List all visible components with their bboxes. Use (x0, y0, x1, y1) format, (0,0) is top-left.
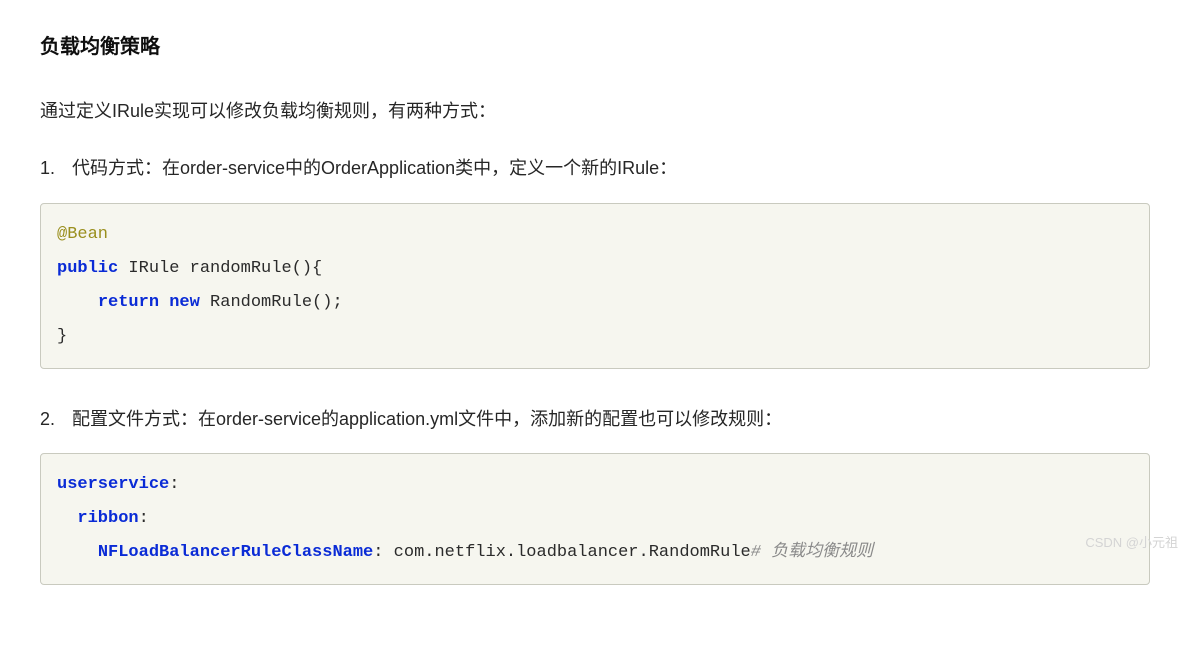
yaml-comment: # 负载均衡规则 (751, 543, 873, 562)
code-text: IRule randomRule(){ (118, 259, 322, 278)
code-keyword: new (169, 293, 200, 312)
code-text (159, 293, 169, 312)
code-keyword: return (98, 293, 159, 312)
watermark: CSDN @小元祖 (1085, 532, 1178, 551)
list-number: 1. (40, 154, 72, 183)
intro-paragraph: 通过定义IRule实现可以修改负载均衡规则，有两种方式： (40, 97, 1150, 126)
code-block-java: @Bean public IRule randomRule(){ return … (40, 203, 1150, 369)
code-text: RandomRule(); (200, 293, 343, 312)
yaml-key: userservice (57, 475, 169, 494)
yaml-key: ribbon (77, 509, 138, 528)
yaml-colon: : (139, 509, 149, 528)
list-text: 配置文件方式：在order-service的application.yml文件中… (72, 405, 1150, 434)
list-item-2: 2. 配置文件方式：在order-service的application.yml… (40, 405, 1150, 434)
list-text: 代码方式：在order-service中的OrderApplication类中，… (72, 154, 1150, 183)
section-heading: 负载均衡策略 (40, 30, 1150, 59)
code-block-yaml: userservice: ribbon: NFLoadBalancerRuleC… (40, 453, 1150, 585)
list-item-1: 1. 代码方式：在order-service中的OrderApplication… (40, 154, 1150, 183)
yaml-indent (57, 543, 98, 562)
yaml-key: NFLoadBalancerRuleClassName (98, 543, 373, 562)
code-annotation: @Bean (57, 225, 108, 244)
yaml-indent (57, 509, 77, 528)
yaml-colon: : (373, 543, 393, 562)
code-keyword: public (57, 259, 118, 278)
yaml-value: com.netflix.loadbalancer.RandomRule (394, 543, 751, 562)
code-indent (57, 293, 98, 312)
yaml-colon: : (169, 475, 179, 494)
code-text: } (57, 327, 67, 346)
list-number: 2. (40, 405, 72, 434)
